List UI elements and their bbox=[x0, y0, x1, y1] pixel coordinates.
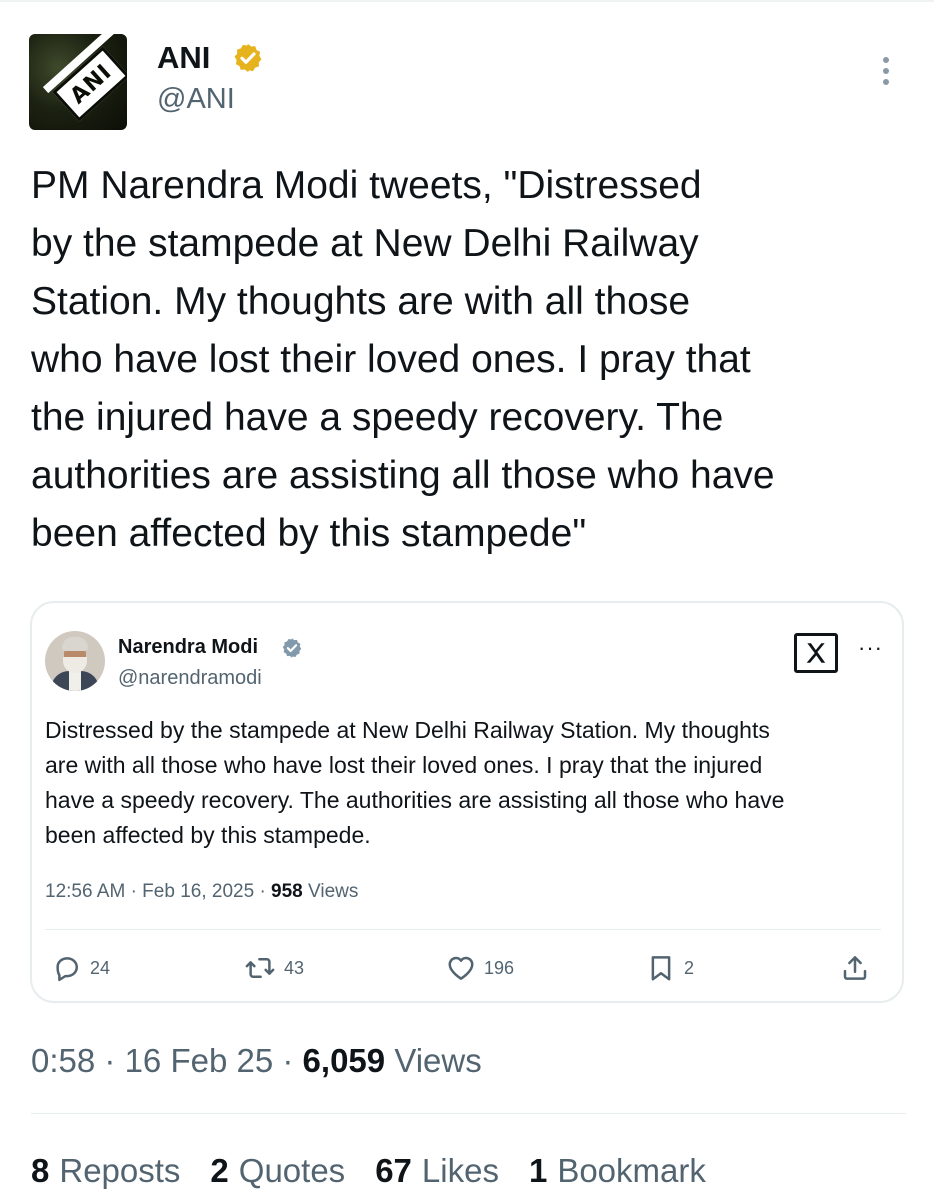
quote-time[interactable]: 12:56 AM bbox=[45, 881, 125, 902]
bookmarks-stat[interactable]: 1 Bookmark bbox=[529, 1152, 706, 1190]
top-divider bbox=[0, 0, 934, 2]
repost-button[interactable]: 43 bbox=[244, 953, 304, 983]
quote-more-icon[interactable]: ··· bbox=[858, 637, 883, 659]
like-count: 196 bbox=[484, 957, 515, 978]
quote-author-name[interactable]: Narendra Modi bbox=[118, 636, 258, 659]
quoted-tweet-card[interactable]: Narendra Modi @narendramodi ··· Distress… bbox=[30, 601, 904, 1003]
tweet-time[interactable]: 0:58 bbox=[31, 1042, 95, 1079]
bookmark-count: 2 bbox=[684, 957, 695, 978]
ani-logo-badge: ANI bbox=[52, 46, 127, 122]
quote-author-avatar[interactable] bbox=[45, 631, 105, 691]
quote-author-handle[interactable]: @narendramodi bbox=[118, 667, 262, 690]
likes-count: 67 bbox=[375, 1152, 412, 1189]
tweet-date[interactable]: 16 Feb 25 bbox=[125, 1042, 274, 1079]
reply-count: 24 bbox=[90, 957, 111, 978]
share-button[interactable] bbox=[840, 953, 878, 983]
ani-avatar[interactable]: ANI bbox=[29, 34, 127, 130]
quote-views-count: 958 bbox=[271, 881, 303, 902]
quote-text: Distressed by the stampede at New Delhi … bbox=[45, 717, 785, 848]
quote-date[interactable]: Feb 16, 2025 bbox=[142, 881, 254, 902]
tweet-meta: 0:58 · 16 Feb 25 · 6,059 Views bbox=[31, 1042, 482, 1079]
bookmarks-label: Bookmark bbox=[557, 1152, 706, 1189]
reposts-count: 8 bbox=[31, 1152, 50, 1189]
quote-verified-badge-icon bbox=[282, 638, 302, 658]
like-button[interactable]: 196 bbox=[446, 953, 514, 983]
quote-divider bbox=[45, 929, 881, 930]
engagement-stats: 8 Reposts 2 Quotes 67 Likes 1 Bookmark bbox=[31, 1152, 736, 1190]
reply-icon bbox=[56, 957, 78, 982]
bookmark-button[interactable]: 2 bbox=[646, 953, 694, 983]
verified-badge-icon bbox=[234, 44, 262, 72]
share-icon bbox=[843, 956, 867, 980]
quotes-stat[interactable]: 2 Quotes bbox=[210, 1152, 345, 1190]
author-handle[interactable]: @ANI bbox=[157, 83, 235, 116]
meta-divider bbox=[31, 1113, 906, 1114]
likes-label: Likes bbox=[421, 1152, 499, 1189]
x-glyph-icon bbox=[806, 643, 826, 663]
repost-icon bbox=[245, 958, 275, 978]
quote-meta: 12:56 AM · Feb 16, 2025 · 958 Views bbox=[45, 881, 359, 902]
reposts-label: Reposts bbox=[59, 1152, 181, 1189]
quotes-count: 2 bbox=[210, 1152, 229, 1189]
quote-views-label: Views bbox=[308, 881, 359, 902]
bookmark-icon bbox=[651, 956, 671, 981]
likes-stat[interactable]: 67 Likes bbox=[375, 1152, 499, 1190]
reply-button[interactable]: 24 bbox=[52, 953, 110, 983]
tweet-views-label: Views bbox=[394, 1042, 482, 1079]
author-name[interactable]: ANI bbox=[157, 40, 210, 76]
bookmarks-count: 1 bbox=[528, 1152, 548, 1189]
repost-count: 43 bbox=[284, 957, 305, 978]
x-logo-icon[interactable] bbox=[794, 633, 838, 673]
like-icon bbox=[448, 956, 474, 980]
quotes-label: Quotes bbox=[238, 1152, 346, 1189]
tweet-views-count: 6,059 bbox=[302, 1042, 386, 1079]
reposts-stat[interactable]: 8 Reposts bbox=[31, 1152, 180, 1190]
tweet-text: PM Narendra Modi tweets, "Distressed by … bbox=[31, 164, 775, 555]
more-vertical-icon[interactable] bbox=[876, 57, 896, 89]
